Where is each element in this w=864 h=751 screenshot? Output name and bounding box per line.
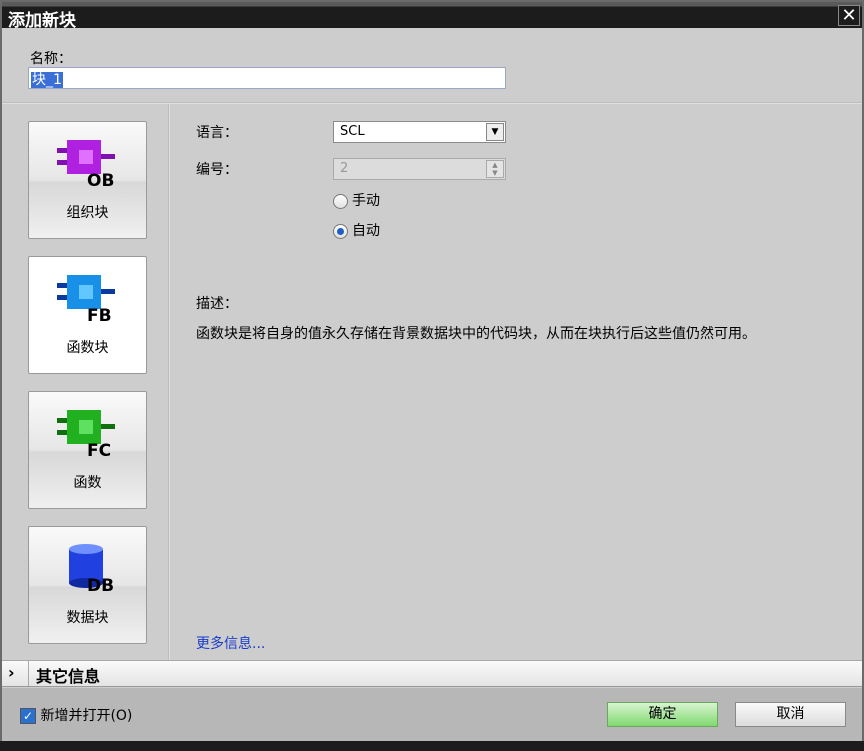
title-bar: 添加新块 ✕ xyxy=(2,2,862,31)
number-value: 2 xyxy=(340,161,349,176)
block-label: 组织块 xyxy=(66,205,109,221)
language-value: SCL xyxy=(340,124,365,139)
chevron-right-icon[interactable]: › xyxy=(8,663,15,682)
block-label: 数据块 xyxy=(66,610,109,626)
block-label: 函数 xyxy=(73,475,102,491)
checkbox-checked-icon: ✓ xyxy=(20,708,36,724)
number-label: 编号： xyxy=(196,162,238,178)
ob-block-icon: OB xyxy=(57,140,115,188)
radio-icon xyxy=(333,193,348,209)
add-and-open-checkbox[interactable]: ✓ 新增并打开(O) xyxy=(20,705,132,725)
radio-manual[interactable]: 手动 xyxy=(333,190,380,210)
divider xyxy=(168,104,170,660)
description-label: 描述： xyxy=(196,296,238,312)
radio-auto[interactable]: 自动 xyxy=(333,220,380,240)
radio-label: 自动 xyxy=(352,223,380,239)
block-type-fb[interactable]: FB 函数块 xyxy=(28,256,147,374)
checkbox-label: 新增并打开(O) xyxy=(40,708,133,724)
block-type-ob[interactable]: OB 组织块 xyxy=(28,121,147,239)
close-button[interactable]: ✕ xyxy=(838,5,860,26)
other-info-label: 其它信息 xyxy=(36,667,101,686)
other-info-section[interactable]: › 其它信息 xyxy=(2,660,862,687)
divider xyxy=(2,102,862,104)
language-label: 语言： xyxy=(196,125,238,141)
add-new-block-dialog: 添加新块 ✕ 名称： 块_1 OB 组织块 FB 函数块 FC 函数 DB 数据… xyxy=(0,0,864,751)
language-select[interactable]: SCL ▼ xyxy=(333,121,506,143)
block-type-fc[interactable]: FC 函数 xyxy=(28,391,147,509)
db-block-icon: DB xyxy=(69,544,114,593)
svg-text:DB: DB xyxy=(87,576,114,593)
radio-label: 手动 xyxy=(352,193,380,209)
dialog-title: 添加新块 xyxy=(8,11,76,31)
name-input[interactable]: 块_1 xyxy=(28,67,506,89)
spinner-icon[interactable]: ▲ ▼ xyxy=(486,160,504,178)
cancel-button[interactable]: 取消 xyxy=(735,702,846,727)
name-label: 名称： xyxy=(30,51,72,67)
ok-button[interactable]: 确定 xyxy=(607,702,718,727)
radio-selected-icon xyxy=(333,223,348,239)
svg-text:OB: OB xyxy=(87,171,114,188)
chevron-down-icon[interactable]: ▼ xyxy=(486,123,504,141)
more-info-link[interactable]: 更多信息... xyxy=(196,633,265,653)
dialog-footer: ✓ 新增并打开(O) 确定 取消 xyxy=(2,688,862,743)
bottom-edge xyxy=(0,741,864,751)
number-field[interactable]: 2 ▲ ▼ xyxy=(333,158,506,180)
description-text: 函数块是将自身的值永久存储在背景数据块中的代码块，从而在块执行后这些值仍然可用。 xyxy=(196,326,756,342)
fc-block-icon: FC xyxy=(57,410,115,458)
block-type-db[interactable]: DB 数据块 xyxy=(28,526,147,644)
svg-text:FC: FC xyxy=(87,441,111,458)
svg-text:FB: FB xyxy=(87,306,112,323)
name-value: 块_1 xyxy=(31,72,63,88)
block-label: 函数块 xyxy=(66,340,109,356)
fb-block-icon: FB xyxy=(57,275,115,323)
